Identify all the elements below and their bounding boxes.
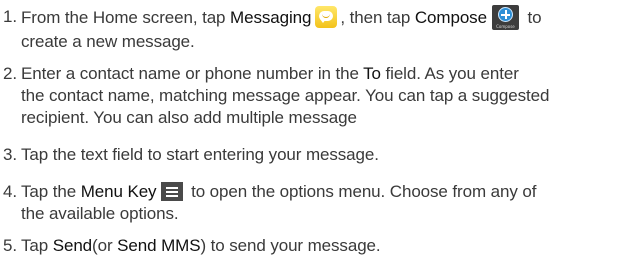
step-line: the available options.	[21, 204, 179, 223]
step-line: recipient. You can also add multiple mes…	[21, 108, 357, 127]
step-text: From the Home screen, tap Messaging , the…	[21, 5, 621, 53]
compose-icon: Compose	[491, 5, 519, 30]
step-number: 4.	[3, 182, 17, 201]
text-segment: From the Home screen, tap	[21, 7, 231, 27]
step-number: 2.	[3, 64, 17, 83]
text-segment: to open the options menu. Choose from an…	[186, 182, 537, 201]
step-text: Enter a contact name or phone number in …	[21, 63, 621, 129]
menu-key-icon	[161, 182, 184, 202]
text-segment: field. As you enter	[380, 64, 519, 83]
step-line: create a new message.	[21, 32, 195, 51]
menu-key-label: Menu Key	[80, 182, 157, 201]
step-line: Tap the Menu Key to open the options men…	[21, 181, 621, 203]
messaging-icon	[315, 5, 338, 28]
step-line: Tap the text field to start entering you…	[21, 145, 379, 164]
step-number: 5.	[3, 236, 17, 255]
text-segment: to	[522, 7, 542, 27]
compose-label: Compose	[414, 7, 487, 27]
step-line: Tap Send(or Send MMS) to send your messa…	[21, 235, 621, 257]
to-field-label: To	[363, 64, 381, 83]
step-number: 3.	[3, 145, 17, 164]
send-label: Send	[52, 236, 93, 255]
step-line: From the Home screen, tap Messaging , the…	[21, 5, 621, 31]
text-segment: Tap	[21, 236, 53, 255]
text-segment: Tap the	[21, 182, 81, 201]
text-segment: (or	[92, 236, 118, 255]
compose-icon-caption: Compose	[496, 24, 515, 29]
text-segment: Enter a contact name or phone number in …	[21, 64, 364, 83]
step-text: Tap the Menu Key to open the options men…	[21, 181, 621, 225]
messaging-label: Messaging	[230, 7, 312, 27]
step-line: the contact name, matching message appea…	[21, 86, 550, 105]
step-text: Tap Send(or Send MMS) to send your messa…	[21, 235, 621, 257]
text-segment: , then tap	[340, 7, 415, 27]
step-number: 1.	[3, 7, 17, 26]
step-text: Tap the text field to start entering you…	[21, 144, 621, 166]
step-line: Enter a contact name or phone number in …	[21, 63, 621, 85]
send-mms-label: Send MMS	[117, 236, 201, 255]
text-segment: ) to send your message.	[200, 236, 381, 255]
